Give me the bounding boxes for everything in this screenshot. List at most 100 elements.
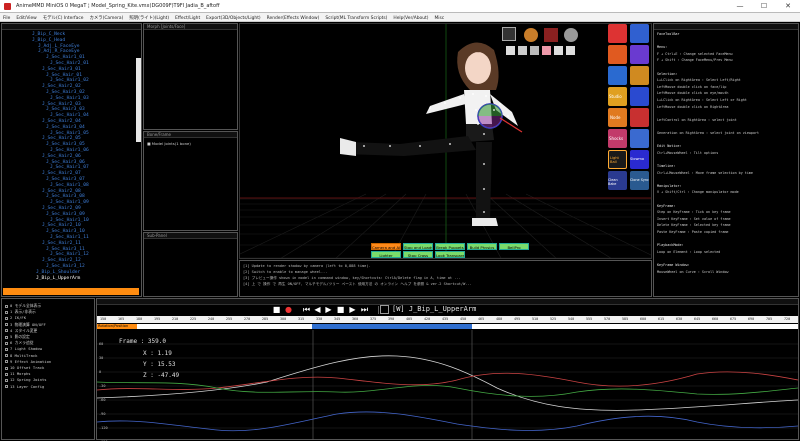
layer-item[interactable]: 6 カメラ追従 bbox=[5, 340, 34, 346]
tree-item[interactable]: J_Sec_Hair1_04 bbox=[50, 113, 89, 118]
layer-item[interactable]: 10 Offset Track bbox=[5, 365, 44, 370]
menu-render[interactable]: Render(Effects Window) bbox=[264, 14, 323, 21]
layer-checkbox[interactable] bbox=[5, 323, 8, 327]
menu-model[interactable]: モデル(C) Interface bbox=[40, 13, 87, 21]
layer-item[interactable]: 2 IK/FK bbox=[5, 315, 26, 320]
tree-item[interactable]: J_Sec_Hair3_07 bbox=[46, 177, 85, 182]
tree-item[interactable]: J_Sec_Hair_01 bbox=[46, 73, 82, 78]
tree-item[interactable]: J_Adj_L_FaceEye bbox=[38, 44, 80, 49]
tree-item[interactable]: J_Sec_Hair2_01 bbox=[50, 61, 89, 66]
layer-checkbox[interactable] bbox=[5, 347, 8, 351]
close-button[interactable]: ✕ bbox=[776, 0, 800, 13]
minimize-button[interactable]: — bbox=[728, 0, 752, 13]
layer-item[interactable]: 11 Morphs bbox=[5, 371, 31, 376]
curve-area[interactable]: 60300-30-60-90-120-150 Frame : 359.0 X :… bbox=[96, 330, 799, 441]
view-grid-icon[interactable] bbox=[554, 46, 563, 55]
tree-item[interactable]: J_Sec_Hair3_12 bbox=[46, 264, 85, 269]
menu-light[interactable]: 照明(ライト)(Light) bbox=[126, 13, 172, 21]
tree-item[interactable]: J_Sec_Hair1_02 bbox=[50, 78, 89, 83]
record-button[interactable]: ● bbox=[284, 305, 293, 314]
tree-item[interactable]: J_Sec_Hair1_08 bbox=[50, 183, 89, 188]
tree-item[interactable]: J_Bip_L_UpperArm bbox=[36, 276, 80, 281]
tree-item[interactable]: J_Bip_L_Shoulder bbox=[36, 270, 80, 275]
layer-checkbox[interactable] bbox=[5, 335, 8, 339]
camera-pan-icon[interactable] bbox=[544, 28, 558, 42]
layer-item[interactable]: 9 Effect Animation bbox=[5, 359, 51, 364]
tree-item[interactable]: J_Sec_Hair3_11 bbox=[46, 247, 85, 252]
tree-item[interactable]: J_Sec_Hair1_10 bbox=[50, 218, 89, 223]
curve-w[interactable] bbox=[96, 355, 799, 411]
tree-item[interactable]: J_Sec_Hair2_03 bbox=[42, 102, 81, 107]
tree-item[interactable]: J_Sec_Hair3_08 bbox=[46, 194, 85, 199]
tree-item[interactable]: J_Sec_Hair3_03 bbox=[46, 107, 85, 112]
layer-item[interactable]: 12 Spring Joints bbox=[5, 377, 47, 382]
mirror-tool-icon[interactable] bbox=[630, 24, 649, 43]
camera-orbit-icon[interactable] bbox=[524, 28, 538, 42]
tree-item[interactable]: J_Sec_Hair1_11 bbox=[50, 235, 89, 240]
build-physics-button[interactable]: Build Physics bbox=[467, 243, 497, 250]
layer-checkbox[interactable] bbox=[5, 378, 8, 382]
menu-camera[interactable]: カメラ(Camera) bbox=[86, 13, 126, 21]
layer-checkbox[interactable] bbox=[5, 385, 8, 389]
shocks-tool-icon[interactable]: Shocks bbox=[608, 129, 627, 148]
view-persp-icon[interactable] bbox=[542, 46, 551, 55]
viewport-canvas[interactable] bbox=[240, 24, 652, 259]
stop-play-button[interactable]: ■ bbox=[336, 305, 345, 314]
layer-item[interactable]: 5 影の設定 bbox=[5, 334, 30, 340]
studio-tool-icon[interactable]: Studio bbox=[608, 87, 627, 106]
step-back-button[interactable]: ◀ bbox=[313, 305, 322, 314]
paste-tool-icon[interactable] bbox=[630, 45, 649, 64]
menu-help[interactable]: Help(Ver/About) bbox=[390, 14, 431, 21]
layer-checkbox[interactable] bbox=[5, 341, 8, 345]
layer-item[interactable]: 7 Light Shadow bbox=[5, 346, 42, 351]
tree-item[interactable]: J_Bip_C_Neck bbox=[32, 32, 65, 37]
tree-item[interactable]: J_Sec_Hair1_05 bbox=[50, 131, 89, 136]
layer-item[interactable]: 8 MultiTrack bbox=[5, 353, 37, 358]
menu-misc[interactable]: Misc bbox=[431, 14, 447, 21]
layer-checkbox[interactable] bbox=[5, 316, 8, 320]
tree-item[interactable]: J_Adj_R_FaceEye bbox=[38, 49, 80, 54]
view-top-icon[interactable] bbox=[530, 46, 539, 55]
tree-item[interactable]: J_Sec_Hair2_08 bbox=[42, 189, 81, 194]
maximize-button[interactable]: ☐ bbox=[752, 0, 776, 13]
stop-cross-button[interactable]: Stop Cross bbox=[403, 251, 433, 258]
node-tool-icon[interactable]: Node bbox=[608, 108, 627, 127]
light-ball-tool-icon[interactable]: Light Ball bbox=[608, 150, 627, 169]
prev-keyframe-button[interactable]: ⏮ bbox=[302, 305, 311, 314]
reset-tool-icon[interactable] bbox=[608, 24, 627, 43]
lighter-button[interactable]: Lighter bbox=[371, 251, 401, 258]
look-transparent-button[interactable]: Look Transparent bbox=[435, 251, 465, 258]
bellpro-button[interactable]: BellPro bbox=[499, 243, 529, 250]
tree-item[interactable]: J_Sec_Hair3_10 bbox=[46, 229, 85, 234]
tree-item[interactable]: J_Sec_Hair3_05 bbox=[46, 142, 85, 147]
tree-item[interactable]: J_Sec_Hair3_01 bbox=[42, 67, 81, 72]
tree-item[interactable]: J_Sec_Hair2_10 bbox=[42, 223, 81, 228]
tree-item[interactable]: J_Sec_Hair1_12 bbox=[50, 252, 89, 257]
layer-checkbox[interactable] bbox=[5, 304, 8, 308]
layer-checkbox[interactable] bbox=[5, 354, 8, 358]
snap-tool-icon[interactable] bbox=[630, 87, 649, 106]
break-puppets-button[interactable]: Break Puppets bbox=[435, 243, 465, 250]
curve-x[interactable] bbox=[96, 371, 799, 391]
tree-item[interactable]: J_Sec_Hair1_07 bbox=[50, 165, 89, 170]
fk-tool-icon[interactable] bbox=[630, 66, 649, 85]
tree-item[interactable]: J_Sec_Hair2_09 bbox=[42, 206, 81, 211]
tree-item[interactable]: J_Sec_Hair1_06 bbox=[50, 148, 89, 153]
tree-item[interactable]: J_Sec_Hair1_09 bbox=[50, 200, 89, 205]
view-side-icon[interactable] bbox=[518, 46, 527, 55]
layer-checkbox[interactable] bbox=[5, 372, 8, 376]
layer-checkbox[interactable] bbox=[5, 310, 8, 314]
layer-checkbox[interactable] bbox=[5, 366, 8, 370]
tree-item[interactable]: J_Sec_Hair3_06 bbox=[46, 160, 85, 165]
clean-bake-tool-icon[interactable]: Clean Bake bbox=[608, 171, 627, 190]
layer-item[interactable]: 3 物理演算 ON/OFF bbox=[5, 322, 46, 328]
transform-tool-icon[interactable] bbox=[630, 108, 649, 127]
menu-script[interactable]: Script(ML Transform Scripts) bbox=[322, 14, 390, 21]
layer-checkbox[interactable] bbox=[5, 360, 8, 364]
tree-item[interactable]: J_Sec_Hair2_12 bbox=[42, 258, 81, 263]
loop-checkbox[interactable] bbox=[380, 305, 389, 314]
camera-zoom-icon[interactable] bbox=[564, 28, 578, 42]
stop-button[interactable]: ■ bbox=[272, 305, 281, 314]
camera-reset-icon[interactable] bbox=[502, 27, 516, 41]
menu-export[interactable]: Export(3D/Objects/Light) bbox=[203, 14, 263, 21]
